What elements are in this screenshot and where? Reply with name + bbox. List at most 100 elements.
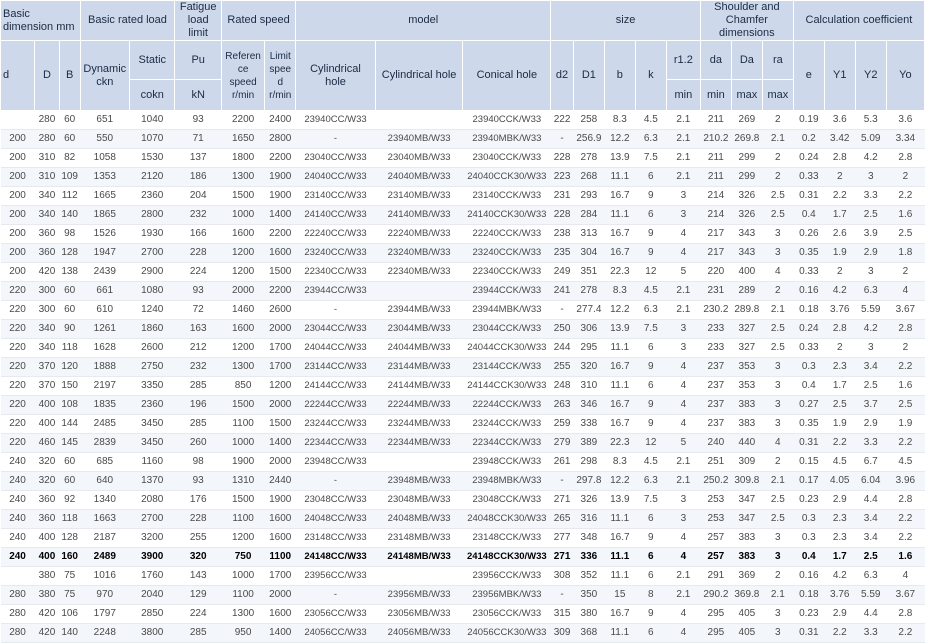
table-cell: 220: [0, 414, 35, 434]
header-col-conical-hole: Conical hole: [462, 40, 552, 111]
table-cell: 285: [174, 623, 222, 643]
table-cell: 4: [762, 262, 794, 282]
table-cell: 2.1: [762, 300, 794, 320]
table-cell: 368: [573, 623, 605, 643]
table-cell: 2.8: [824, 319, 856, 339]
table-cell: [0, 566, 35, 586]
table-cell: 233: [700, 319, 732, 339]
table-cell: 13.9: [604, 319, 636, 339]
table-cell: 4: [762, 433, 794, 453]
table-cell: 214: [700, 186, 732, 206]
table-cell: 24040MB/W33: [375, 167, 463, 187]
table-cell: 347: [731, 509, 763, 529]
table-cell: 299: [731, 167, 763, 187]
table-cell: 233: [700, 338, 732, 358]
table-cell: 271: [550, 490, 574, 510]
table-cell: 23044MB/W33: [375, 319, 463, 339]
table-cell: 23048MB/W33: [375, 490, 463, 510]
table-cell: 4.2: [824, 281, 856, 301]
table-cell: 3: [666, 319, 701, 339]
table-cell: 3: [762, 243, 794, 263]
table-cell: 13.9: [604, 490, 636, 510]
table-cell: 4.4: [855, 604, 887, 624]
table-cell: 1665: [80, 186, 130, 206]
table-cell: 1100: [221, 414, 265, 434]
table-cell: 22340CCK/W33: [462, 262, 551, 282]
table-cell: 1400: [264, 433, 296, 453]
table-cell: 138: [59, 262, 80, 282]
table-cell: 200: [0, 129, 35, 149]
table-cell: 1080: [129, 281, 175, 301]
table-cell: 2.8: [886, 604, 925, 624]
table-cell: 4: [886, 281, 925, 301]
table-cell: 1000: [221, 566, 265, 586]
table-cell: 150: [59, 376, 80, 396]
table-cell: 0.15: [793, 452, 825, 472]
table-cell: 308: [550, 566, 574, 586]
table-cell: 1310: [221, 471, 265, 491]
table-cell: 3.76: [824, 300, 856, 320]
table-cell: 23056CC/W33: [295, 604, 376, 624]
table-cell: 0.26: [793, 224, 825, 244]
table-cell: 240: [700, 433, 732, 453]
table-cell: 389: [573, 433, 605, 453]
table-cell: 6.3: [855, 566, 887, 586]
table-cell: 24056CC/W33: [295, 623, 376, 643]
table-cell: 420: [34, 604, 60, 624]
table-cell: 316: [573, 509, 605, 529]
table-cell: 6.7: [855, 452, 887, 472]
table-cell: 23956CC/W33: [295, 566, 376, 586]
table-row: 280 60 651 1040 93 2200 2400 23940CC/W33 23940CC…: [0, 110, 925, 130]
table-cell: 338: [573, 414, 605, 434]
table-cell: 4: [666, 357, 701, 377]
table-cell: 11.1: [604, 509, 636, 529]
table-cell: 280: [0, 604, 35, 624]
table-cell: 255: [550, 357, 574, 377]
table-cell: 137: [174, 148, 222, 168]
table-cell: 4.2: [824, 566, 856, 586]
table-cell: 24148CC/W33: [295, 547, 376, 567]
table-cell: 3.6: [824, 110, 856, 130]
table-cell: 204: [174, 186, 222, 206]
table-cell: 16.7: [604, 395, 636, 415]
table-cell: 4.5: [635, 452, 667, 472]
table-cell: 1460: [221, 300, 265, 320]
table-cell: 370: [34, 357, 60, 377]
table-cell: 235: [550, 243, 574, 263]
table-cell: 0.2: [793, 129, 825, 149]
table-cell: 3.3: [855, 433, 887, 453]
table-cell: 380: [34, 585, 60, 605]
table-cell: 1700: [264, 357, 296, 377]
table-cell: 265: [550, 509, 574, 529]
table-cell: 23956CCK/W33: [462, 566, 551, 586]
table-row: 200 280 60 550 1070 71 1650 2800-23940MB/W33 239…: [0, 129, 925, 149]
table-cell: 23140CC/W33: [295, 186, 376, 206]
table-cell: 220: [0, 395, 35, 415]
table-cell: 289.8: [731, 300, 763, 320]
table-cell: 3.4: [855, 509, 887, 529]
table-cell: 2.5: [762, 338, 794, 358]
table-cell: 353: [731, 376, 763, 396]
table-cell: 23148CCK/W33: [462, 528, 551, 548]
table-cell: 1100: [221, 585, 265, 605]
table-cell: 3: [762, 414, 794, 434]
table-cell: 313: [573, 224, 605, 244]
table-cell: 2.5: [762, 490, 794, 510]
table-cell: 2.6: [824, 224, 856, 244]
table-cell: 24148CCK30/W33: [462, 547, 551, 567]
table-cell: 2.1: [666, 566, 701, 586]
table-cell: 6.3: [635, 300, 667, 320]
table-row: 200 340 140 1865 2800 232 1000 1400 24140CC/W33 2…: [0, 205, 925, 225]
table-cell: 237: [700, 395, 732, 415]
table-cell: 23944MB/W33: [375, 300, 463, 320]
table-row: 240 320 60 685 1160 98 1900 2000 23948CC/W33 2394…: [0, 452, 925, 472]
table-cell: 310: [34, 148, 60, 168]
table-cell: 22344MB/W33: [375, 433, 463, 453]
table-cell: 3: [762, 376, 794, 396]
table-cell: 3: [666, 490, 701, 510]
table-cell: 9: [635, 186, 667, 206]
table-cell: 1200: [221, 262, 265, 282]
table-cell: 1070: [129, 129, 175, 149]
table-cell: 2000: [221, 281, 265, 301]
table-cell: 11.1: [604, 205, 636, 225]
